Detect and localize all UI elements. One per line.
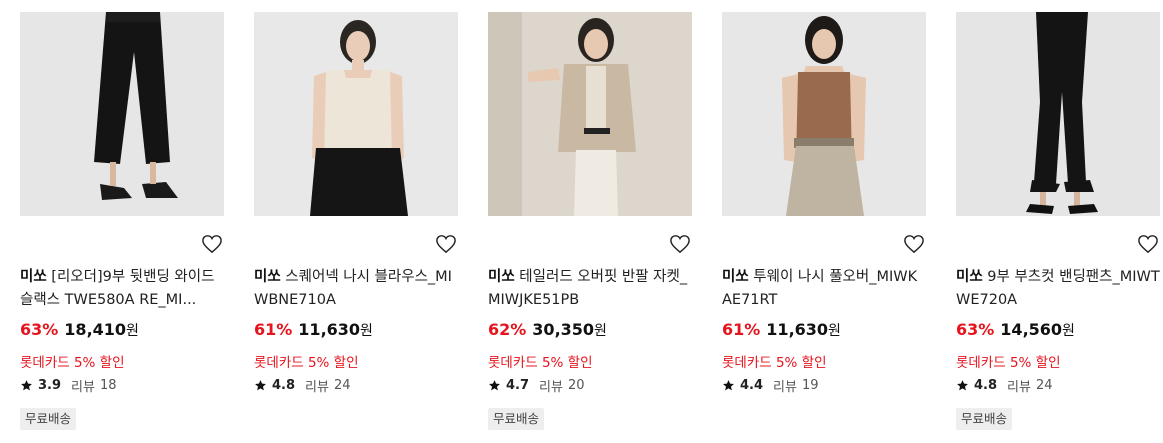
product-photo-two-way-knit <box>722 12 926 216</box>
sale-price: 11,630 <box>766 320 829 339</box>
currency-unit: 원 <box>1062 323 1075 339</box>
product-card[interactable]: 미쏘 9부 부츠컷 밴딩팬츠_MIWTWE720A 63% 14,560원 롯데카… <box>956 12 1160 437</box>
rating-row: 3.9 리뷰 18 <box>20 376 117 395</box>
sale-price: 30,350 <box>532 320 595 339</box>
card-promo-text: 롯데카드 5% 할인 <box>254 355 359 371</box>
card-promo-text: 롯데카드 5% 할인 <box>20 355 125 371</box>
currency-unit: 원 <box>828 323 841 339</box>
brand-name: 미쏘 <box>254 269 281 285</box>
review-label: 리뷰 <box>539 380 563 395</box>
rating-row: 4.7 리뷰 20 <box>488 376 585 395</box>
brand-name: 미쏘 <box>722 269 749 285</box>
review-label: 리뷰 <box>71 380 95 395</box>
card-promo-text: 롯데카드 5% 할인 <box>488 355 593 371</box>
currency-unit: 원 <box>126 323 139 339</box>
wishlist-heart-icon[interactable] <box>902 233 926 255</box>
product-title[interactable]: 미쏘 [리오더]9부 뒷밴딩 와이드 슬랙스 TWE580A RE_MI... <box>20 266 224 312</box>
product-thumbnail[interactable] <box>722 12 926 216</box>
product-photo-wide-slacks <box>20 12 224 216</box>
product-title[interactable]: 미쏘 투웨이 나시 풀오버_MIWKAE71RT <box>722 266 926 312</box>
rating-value: 4.8 <box>974 378 998 393</box>
free-shipping-badge: 무료배송 <box>488 408 545 430</box>
wishlist-heart-icon[interactable] <box>668 233 692 255</box>
discount-rate: 63% <box>956 320 995 339</box>
price-row: 61% 11,630원 <box>254 320 373 340</box>
product-name: [리오더]9부 뒷밴딩 와이드 슬랙스 TWE580A RE_MI... <box>20 269 215 308</box>
card-promo-text: 롯데카드 5% 할인 <box>956 355 1061 371</box>
price-row: 63% 18,410원 <box>20 320 139 340</box>
brand-name: 미쏘 <box>488 269 515 285</box>
brand-name: 미쏘 <box>956 269 983 285</box>
review-count: 18 <box>99 378 117 393</box>
review-count: 19 <box>801 378 819 393</box>
product-card[interactable]: 미쏘 투웨이 나시 풀오버_MIWKAE71RT 61% 11,630원 롯데카드… <box>722 12 926 437</box>
currency-unit: 원 <box>360 323 373 339</box>
product-thumbnail[interactable] <box>488 12 692 216</box>
product-thumbnail[interactable] <box>254 12 458 216</box>
brand-name: 미쏘 <box>20 269 47 285</box>
review-count: 24 <box>1035 378 1053 393</box>
product-thumbnail[interactable] <box>20 12 224 216</box>
product-card[interactable]: 미쏘 스퀘어넥 나시 블라우스_MIWBNE710A 61% 11,630원 롯데… <box>254 12 458 437</box>
product-photo-bootcut-pants <box>956 12 1160 216</box>
product-title[interactable]: 미쏘 9부 부츠컷 밴딩팬츠_MIWTWE720A <box>956 266 1160 312</box>
currency-unit: 원 <box>594 323 607 339</box>
review-count: 20 <box>567 378 585 393</box>
sale-price: 18,410 <box>64 320 127 339</box>
review-count: 24 <box>333 378 351 393</box>
discount-rate: 61% <box>722 320 761 339</box>
rating-value: 4.8 <box>272 378 296 393</box>
review-label: 리뷰 <box>305 380 329 395</box>
star-icon <box>21 380 32 391</box>
wishlist-heart-icon[interactable] <box>434 233 458 255</box>
sale-price: 11,630 <box>298 320 361 339</box>
rating-row: 4.8 리뷰 24 <box>956 376 1053 395</box>
price-row: 63% 14,560원 <box>956 320 1075 340</box>
product-name: 투웨이 나시 풀오버_MIWKAE71RT <box>722 269 918 308</box>
discount-rate: 62% <box>488 320 527 339</box>
product-title[interactable]: 미쏘 테일러드 오버핏 반팔 자켓_MIWJKE51PB <box>488 266 692 312</box>
rating-value: 4.4 <box>740 378 764 393</box>
product-card[interactable]: 미쏘 [리오더]9부 뒷밴딩 와이드 슬랙스 TWE580A RE_MI... … <box>20 12 224 437</box>
rating-row: 4.8 리뷰 24 <box>254 376 351 395</box>
product-name: 스퀘어넥 나시 블라우스_MIWBNE710A <box>254 269 452 308</box>
discount-rate: 63% <box>20 320 59 339</box>
product-photo-tailored-jacket <box>488 12 692 216</box>
product-card[interactable]: 미쏘 테일러드 오버핏 반팔 자켓_MIWJKE51PB 62% 30,350원 … <box>488 12 692 437</box>
star-icon <box>957 380 968 391</box>
star-icon <box>255 380 266 391</box>
product-thumbnail[interactable] <box>956 12 1160 216</box>
review-label: 리뷰 <box>773 380 797 395</box>
rating-row: 4.4 리뷰 19 <box>722 376 819 395</box>
product-photo-sleeveless-blouse <box>254 12 458 216</box>
free-shipping-badge: 무료배송 <box>20 408 77 430</box>
wishlist-heart-icon[interactable] <box>200 233 224 255</box>
rating-value: 4.7 <box>506 378 530 393</box>
star-icon <box>723 380 734 391</box>
review-label: 리뷰 <box>1007 380 1031 395</box>
card-promo-text: 롯데카드 5% 할인 <box>722 355 827 371</box>
price-row: 62% 30,350원 <box>488 320 607 340</box>
price-row: 61% 11,630원 <box>722 320 841 340</box>
star-icon <box>489 380 500 391</box>
discount-rate: 61% <box>254 320 293 339</box>
product-title[interactable]: 미쏘 스퀘어넥 나시 블라우스_MIWBNE710A <box>254 266 458 312</box>
product-name: 테일러드 오버핏 반팔 자켓_MIWJKE51PB <box>488 269 688 308</box>
sale-price: 14,560 <box>1000 320 1063 339</box>
product-grid: 미쏘 [리오더]9부 뒷밴딩 와이드 슬랙스 TWE580A RE_MI... … <box>0 0 1163 443</box>
free-shipping-badge: 무료배송 <box>956 408 1013 430</box>
product-name: 9부 부츠컷 밴딩팬츠_MIWTWE720A <box>956 269 1160 308</box>
wishlist-heart-icon[interactable] <box>1136 233 1160 255</box>
rating-value: 3.9 <box>38 378 62 393</box>
